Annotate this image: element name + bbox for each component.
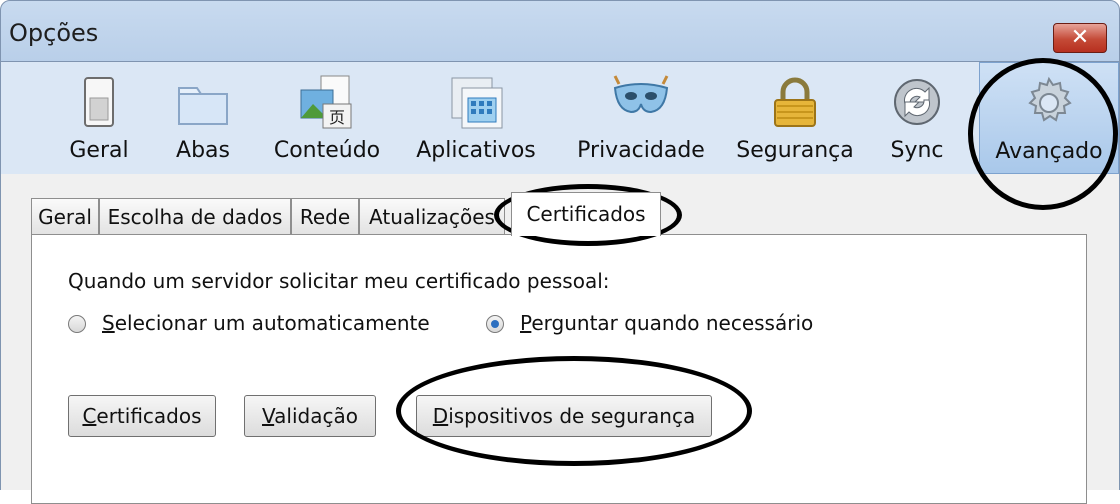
tab-geral[interactable]: Geral <box>31 198 99 234</box>
close-button[interactable]: ✕ <box>1053 23 1107 53</box>
radio-button-auto[interactable] <box>68 315 86 333</box>
toolbar-label-conteudo: Conteúdo <box>273 138 381 163</box>
certificates-tab-content: Quando um servidor solicitar meu certifi… <box>31 234 1087 504</box>
toolbar-item-abas[interactable]: Abas <box>161 62 245 174</box>
options-window: Opções ✕ Geral Abas 页 Conteúdo Aplicativ… <box>0 0 1120 504</box>
toolbar-label-avancado: Avançado <box>995 139 1103 164</box>
toolbar-item-conteudo[interactable]: 页 Conteúdo <box>266 62 388 174</box>
security-devices-button[interactable]: Dispositivos de segurança <box>416 395 712 437</box>
content-icon: 页 <box>300 75 352 129</box>
advanced-panel: Geral Escolha de dados Rede Atualizações… <box>0 174 1120 504</box>
toolbar-item-geral[interactable]: Geral <box>51 62 147 174</box>
view-certificates-button[interactable]: Certificados <box>68 395 216 437</box>
tab-atualizacoes[interactable]: Atualizações <box>359 198 505 234</box>
radio-label-auto: Selecionar um automaticamente <box>102 311 430 335</box>
switch-icon <box>84 77 114 127</box>
radio-label-ask: Perguntar quando necessário <box>520 311 814 335</box>
toolbar-label-privacidade: Privacidade <box>577 138 705 163</box>
radio-button-ask[interactable] <box>486 315 504 333</box>
svg-text:页: 页 <box>329 108 345 127</box>
preferences-toolbar: Geral Abas 页 Conteúdo Aplicativos Privac… <box>0 62 1120 174</box>
sync-icon <box>894 79 940 125</box>
mask-icon <box>613 75 669 114</box>
toolbar-item-privacidade[interactable]: Privacidade <box>571 62 711 174</box>
certificate-prompt: Quando um servidor solicitar meu certifi… <box>68 269 610 293</box>
toolbar-label-seguranca: Segurança <box>736 138 854 163</box>
tab-certificados[interactable]: Certificados <box>511 192 661 236</box>
toolbar-item-aplicativos[interactable]: Aplicativos <box>405 62 547 174</box>
toolbar-label-aplicativos: Aplicativos <box>416 138 536 163</box>
tab-escolha-de-dados[interactable]: Escolha de dados <box>99 198 291 234</box>
folder-icon <box>178 87 228 125</box>
toolbar-item-seguranca[interactable]: Segurança <box>729 62 861 174</box>
window-title: Opções <box>9 19 99 47</box>
toolbar-label-sync: Sync <box>890 138 944 163</box>
validation-button[interactable]: Validação <box>244 395 376 437</box>
close-icon: ✕ <box>1070 25 1090 50</box>
toolbar-item-avancado[interactable]: Avançado <box>979 62 1119 174</box>
tab-rede[interactable]: Rede <box>291 198 359 234</box>
toolbar-item-sync[interactable]: Sync <box>877 62 957 174</box>
lock-icon <box>774 77 816 127</box>
gear-icon <box>1028 76 1072 122</box>
toolbar-label-geral: Geral <box>69 138 129 163</box>
toolbar-label-abas: Abas <box>176 138 230 163</box>
title-bar: Opções ✕ <box>0 0 1120 62</box>
applications-icon <box>451 77 503 129</box>
